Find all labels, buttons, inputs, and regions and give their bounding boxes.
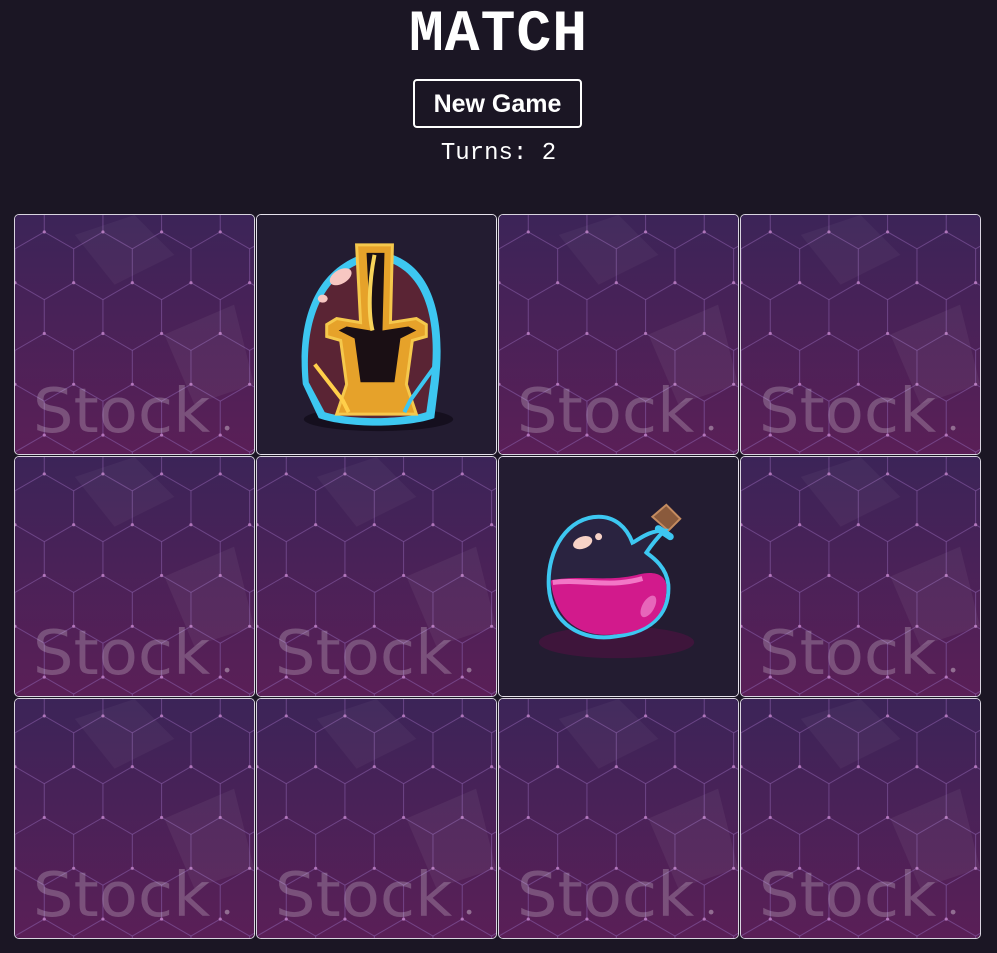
svg-text:Stock: Stock [759, 375, 937, 447]
card-back-pattern: Stock [741, 699, 980, 938]
card-2[interactable]: Stock [256, 214, 497, 455]
card-back-pattern: Stock [499, 215, 738, 454]
svg-text:Stock: Stock [33, 617, 211, 689]
game-title: MATCH [408, 3, 589, 68]
card-7[interactable]: Stock [498, 456, 739, 697]
card-10[interactable]: Stock [256, 698, 497, 939]
svg-text:Stock: Stock [33, 859, 211, 931]
card-4[interactable]: Stock [740, 214, 981, 455]
card-back-pattern: Stock [257, 699, 496, 938]
svg-text:Stock: Stock [275, 617, 453, 689]
turns-counter: Turns: 2 [0, 139, 997, 169]
card-back-pattern: Stock [499, 699, 738, 938]
svg-text:Stock: Stock [759, 617, 937, 689]
turns-label: Turns: [440, 140, 542, 167]
svg-text:Stock: Stock [517, 375, 695, 447]
helmet-icon [257, 215, 496, 454]
card-6[interactable]: Stock [256, 456, 497, 697]
card-8[interactable]: Stock [740, 456, 981, 697]
card-3[interactable]: Stock [498, 214, 739, 455]
potion-icon [499, 457, 738, 696]
card-back-pattern: Stock [741, 457, 980, 696]
card-5[interactable]: Stock [14, 456, 255, 697]
card-1[interactable]: Stock [14, 214, 255, 455]
card-back-pattern: Stock [15, 215, 254, 454]
card-12[interactable]: Stock [740, 698, 981, 939]
svg-text:Stock: Stock [275, 859, 453, 931]
svg-text:Stock: Stock [759, 859, 937, 931]
card-grid: Stock Stock Stock Stock Stock Stock Stoc… [14, 214, 983, 939]
card-11[interactable]: Stock [498, 698, 739, 939]
card-back-pattern: Stock [741, 215, 980, 454]
new-game-button[interactable]: New Game [413, 79, 582, 128]
game-page: MATCH New Game Turns: 2 Stock Stock Stoc… [0, 0, 997, 953]
svg-text:Stock: Stock [33, 375, 211, 447]
svg-text:Stock: Stock [517, 859, 695, 931]
turns-value: 2 [541, 140, 557, 167]
card-9[interactable]: Stock [14, 698, 255, 939]
card-back-pattern: Stock [15, 457, 254, 696]
card-back-pattern: Stock [15, 699, 254, 938]
card-back-pattern: Stock [257, 457, 496, 696]
